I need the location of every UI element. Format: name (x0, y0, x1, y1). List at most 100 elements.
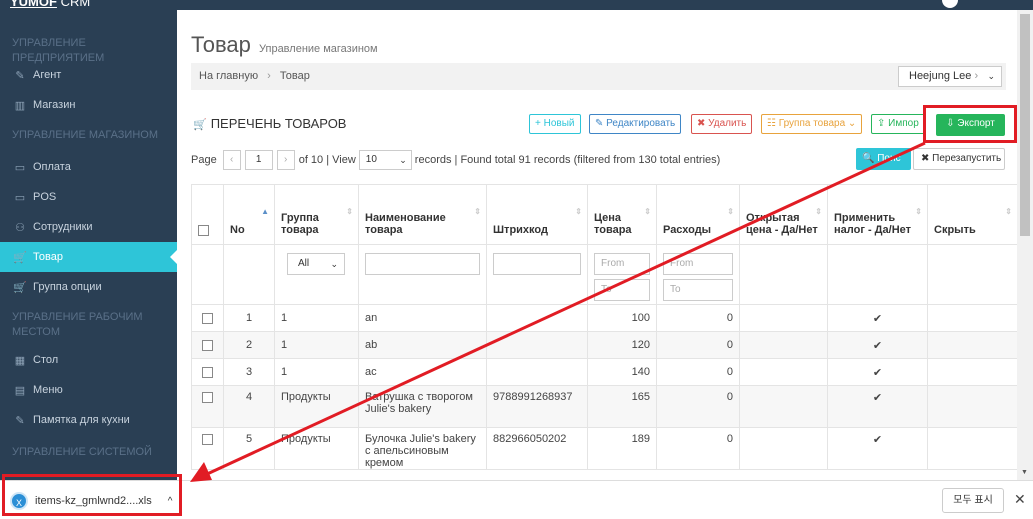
user-avatar[interactable] (942, 0, 958, 8)
select-all-checkbox[interactable] (198, 224, 209, 236)
view-count-select[interactable]: 10 ⌄ (358, 150, 412, 170)
table-row[interactable]: 3 1 ac 140 0 ✔ (191, 358, 1018, 386)
cell-price: 100 (587, 304, 657, 332)
price-to-input[interactable]: To (594, 279, 650, 301)
export-highlight-box (923, 105, 1017, 143)
prev-page-button[interactable]: ‹ (222, 150, 241, 170)
cell-cost: 0 (656, 358, 740, 386)
list-title: 🛒 ПЕРЕЧЕНЬ ТОВАРОВ (193, 116, 346, 131)
row-checkbox[interactable] (202, 339, 213, 351)
cost-to-input[interactable]: To (663, 279, 733, 301)
sidebar-item-label: POS (33, 191, 57, 203)
col-header-open-price[interactable]: Открытая цена - Да/Нет ⇕ (739, 184, 828, 245)
table-row[interactable]: 1 1 an 100 0 ✔ (191, 304, 1018, 332)
brand-suffix: CRM (60, 0, 91, 9)
close-icon[interactable]: ✕ (1014, 491, 1026, 508)
sidebar-item-payment[interactable]: ▭ Оплата (0, 152, 177, 182)
user-select[interactable]: Heejung Lee › ⌄ (898, 66, 1002, 87)
pos-icon: ▭ (14, 191, 26, 204)
reset-button[interactable]: ✖ Перезапустить (913, 148, 1005, 170)
cell-group: 1 (274, 331, 359, 359)
page-of-text: of 10 | View (298, 154, 356, 166)
edit-button[interactable]: ✎ Редактировать (589, 114, 682, 134)
brand-logo[interactable]: YUMOF CRM (10, 0, 90, 9)
row-checkbox[interactable] (202, 312, 213, 324)
sidebar-item-kitchen-note[interactable]: ✎ Памятка для кухни (0, 405, 177, 435)
product-group-button[interactable]: ☷ Группа товара ⌄ (761, 114, 863, 134)
search-button[interactable]: 🔍 Поис (856, 148, 911, 170)
scrollbar-thumb[interactable] (1020, 14, 1030, 236)
check-icon: ✔ (827, 427, 928, 470)
row-checkbox[interactable] (202, 391, 213, 403)
cell-price: 120 (587, 331, 657, 359)
sort-icon: ⇕ (1005, 207, 1012, 216)
sidebar-item-employees[interactable]: ⚇ Сотрудники (0, 212, 177, 242)
table-row[interactable]: 2 1 ab 120 0 ✔ (191, 331, 1018, 359)
sidebar-item-label: Стол (33, 354, 59, 366)
cost-from-input[interactable]: From (663, 253, 733, 275)
sort-icon: ⇕ (575, 207, 582, 216)
cell-open-price (739, 331, 828, 359)
table-row[interactable]: 4 Продукты Ватрушка с творогом Julie's b… (191, 385, 1018, 428)
sidebar-item-store[interactable]: ▥ Магазин (0, 90, 177, 120)
col-header-barcode[interactable]: Штрихкод ⇕ (486, 184, 588, 245)
book-icon: ▤ (14, 384, 26, 397)
page-subtitle: Управление магазином (259, 43, 378, 55)
cell-barcode (486, 304, 588, 332)
table-row[interactable]: 5 Продукты Булочка Julie's bakery с апел… (191, 427, 1018, 470)
cell-no: 2 (223, 331, 275, 359)
sidebar-item-table[interactable]: ▦ Стол (0, 345, 177, 375)
delete-button[interactable]: ✖ Удалить (691, 114, 753, 134)
brand-name: YUMOF (10, 0, 57, 9)
chevron-down-icon: ⌄ (399, 155, 407, 165)
sidebar-item-label: Группа опции (33, 281, 102, 293)
sidebar-item-label: Оплата (33, 161, 71, 173)
sort-icon: ⇕ (346, 207, 353, 216)
sidebar-item-menu[interactable]: ▤ Меню (0, 375, 177, 405)
cell-no: 3 (223, 358, 275, 386)
sidebar-item-option-group[interactable]: 🛒 Группа опции (0, 272, 177, 302)
scroll-down-icon[interactable]: ▼ (1021, 469, 1028, 476)
col-header-tax[interactable]: Применить налог - Да/Нет ⇕ (827, 184, 928, 245)
breadcrumb-current: Товар (279, 70, 310, 82)
cell-price: 140 (587, 358, 657, 386)
chevron-down-icon: ⌄ (330, 259, 338, 269)
col-header-cost[interactable]: Расходы ⇕ (656, 184, 740, 245)
store-icon: ▥ (14, 99, 26, 112)
cell-name: ab (358, 331, 487, 359)
show-all-button[interactable]: 모두 표시 (942, 488, 1004, 513)
page-number-input[interactable]: 1 (244, 150, 273, 170)
sidebar-item-agent[interactable]: ✎ Агент (0, 60, 177, 90)
name-filter-input[interactable] (365, 253, 480, 275)
cell-cost: 0 (656, 427, 740, 470)
cell-cost: 0 (656, 385, 740, 428)
breadcrumb: На главную › Товар Heejung Lee › ⌄ (191, 63, 1006, 90)
import-button[interactable]: ⇪ Импор (871, 114, 926, 134)
sidebar-item-product[interactable]: 🛒 Товар (0, 242, 178, 272)
cell-cost: 0 (656, 331, 740, 359)
row-checkbox[interactable] (202, 366, 213, 378)
col-header-price[interactable]: Цена товара ⇕ (587, 184, 657, 245)
breadcrumb-home-link[interactable]: На главную (199, 70, 258, 82)
cell-no: 4 (223, 385, 275, 428)
cell-hide (927, 385, 1018, 428)
col-header-name[interactable]: Наименование товара ⇕ (358, 184, 487, 245)
sort-icon: ⇕ (815, 207, 822, 216)
new-button[interactable]: + Новый (529, 114, 581, 134)
col-header-hide[interactable]: Скрыть ⇕ (927, 184, 1018, 245)
sidebar-item-pos[interactable]: ▭ POS (0, 182, 177, 212)
barcode-filter-input[interactable] (493, 253, 581, 275)
card-icon: ▭ (14, 161, 26, 174)
next-page-button[interactable]: › (276, 150, 295, 170)
table-filter-row: All ⌄ From To From To (191, 244, 1018, 305)
sort-asc-icon: ▲ (261, 207, 269, 216)
group-filter-select[interactable]: All ⌄ (287, 253, 345, 275)
cell-open-price (739, 358, 828, 386)
row-checkbox[interactable] (202, 433, 213, 445)
price-from-input[interactable]: From (594, 253, 650, 275)
table-header-row: No ▲ Группа товара ⇕ Наименование товара ⇕ … (191, 184, 1018, 245)
sort-icon: ⇕ (474, 207, 481, 216)
cell-name: ac (358, 358, 487, 386)
col-header-group[interactable]: Группа товара ⇕ (274, 184, 359, 245)
col-header-no[interactable]: No ▲ (223, 184, 275, 245)
